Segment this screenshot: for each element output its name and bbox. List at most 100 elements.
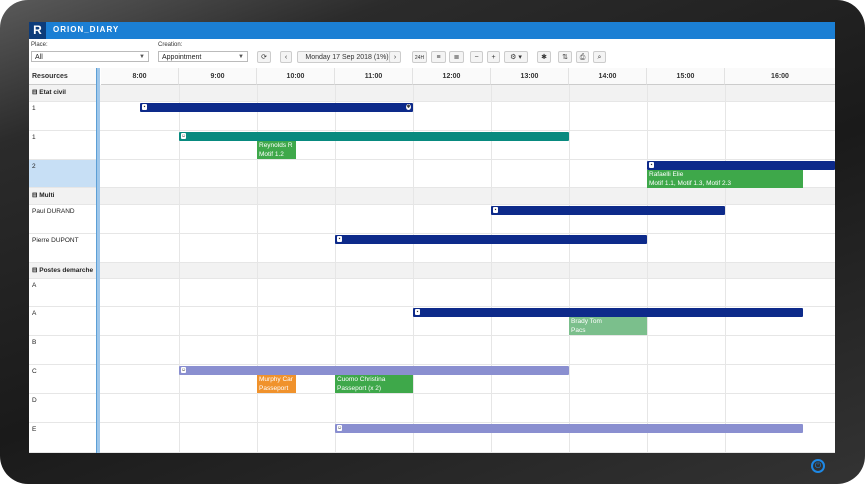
row-label: C bbox=[32, 368, 37, 375]
resource-row[interactable]: A bbox=[29, 279, 835, 307]
row-label: E bbox=[32, 426, 37, 433]
group-row[interactable]: ⊟ Postes demarche bbox=[29, 263, 835, 279]
hour-header: 11:00 bbox=[335, 68, 413, 85]
appointment-card[interactable]: Rafaelli Elie Motif 1.1, Motif 1.3, Moti… bbox=[647, 170, 803, 188]
row-label: 2 bbox=[32, 163, 36, 170]
place-select[interactable]: All ▼ bbox=[31, 51, 149, 62]
selected-cell bbox=[29, 160, 96, 187]
filter-button[interactable]: ✱ bbox=[537, 51, 551, 63]
document-icon: ▪ bbox=[493, 207, 498, 213]
date-button[interactable]: Monday 17 Sep 2018 (1%) bbox=[297, 51, 397, 63]
view-24h-button[interactable]: 24H bbox=[412, 51, 427, 63]
appointment-name: Reynolds R bbox=[259, 142, 293, 149]
row-label: B bbox=[32, 339, 37, 346]
rows-icon: ≣ bbox=[453, 54, 460, 61]
row-label: 1 bbox=[32, 105, 36, 112]
resource-row[interactable]: B bbox=[29, 336, 835, 365]
hour-header: 14:00 bbox=[569, 68, 647, 85]
expand-rows-button[interactable]: ≣ bbox=[449, 51, 464, 63]
gear-icon: ✱ bbox=[541, 54, 547, 61]
hour-gridline bbox=[647, 85, 648, 453]
appointment-card[interactable]: Brady Tom Pacs bbox=[569, 317, 647, 335]
row-label: ⊟ Etat civil bbox=[32, 89, 66, 96]
place-value: All bbox=[35, 54, 43, 61]
creation-select[interactable]: Appointment ▼ bbox=[158, 51, 248, 62]
row-label: ⊟ Multi bbox=[32, 192, 55, 199]
search-icon: ⌕ bbox=[597, 54, 602, 61]
availability-bar[interactable]: ▪ bbox=[491, 206, 725, 215]
hour-header: 13:00 bbox=[491, 68, 569, 85]
appointment-card[interactable]: Murphy Car Passeport bbox=[257, 375, 296, 393]
appointment-motif: Passeport bbox=[259, 385, 289, 392]
creation-label: Creation: bbox=[158, 42, 183, 48]
hour-header: 12:00 bbox=[413, 68, 491, 85]
appointment-card[interactable]: Reynolds R Motif 1.2 bbox=[257, 141, 296, 159]
row-label: Paul DURAND bbox=[32, 208, 75, 215]
person-icon: ☺ bbox=[337, 425, 343, 431]
row-label: Pierre DUPONT bbox=[32, 237, 79, 244]
zoom-out-button[interactable]: − bbox=[470, 51, 483, 63]
appointment-name: Cuomo Christina bbox=[337, 376, 386, 383]
hour-header: 16:00 bbox=[725, 68, 835, 85]
refresh-icon: ⟳ bbox=[261, 54, 267, 61]
row-label: A bbox=[32, 310, 37, 317]
settings-button[interactable]: ⚙ ▾ bbox=[504, 51, 528, 63]
hour-header: 15:00 bbox=[647, 68, 725, 85]
chevron-down-icon: ▼ bbox=[238, 54, 244, 60]
appointment-motif: Motif 1.1, Motif 1.3, Motif 2.3 bbox=[649, 180, 732, 187]
availability-bar[interactable]: ▪ bbox=[413, 308, 803, 317]
column-splitter[interactable] bbox=[96, 68, 100, 453]
availability-bar[interactable]: ▪ ✱ bbox=[140, 103, 413, 112]
document-icon: ▪ bbox=[415, 309, 420, 315]
document-icon: ▪ bbox=[337, 236, 342, 242]
row-label: A bbox=[32, 282, 37, 289]
availability-bar[interactable]: ▪ bbox=[647, 161, 835, 170]
group-row[interactable]: ⊟ Etat civil bbox=[29, 85, 835, 102]
availability-bar[interactable]: ☺ bbox=[335, 424, 803, 433]
document-icon: ▪ bbox=[649, 162, 654, 168]
creation-value: Appointment bbox=[162, 54, 202, 61]
availability-bar[interactable]: ☺ bbox=[179, 366, 569, 375]
hour-header: 10:00 bbox=[257, 68, 335, 85]
appointment-name: Brady Tom bbox=[571, 318, 602, 325]
resource-row[interactable]: D bbox=[29, 394, 835, 423]
title-bar: R ORION_DIARY bbox=[29, 22, 835, 39]
search-button[interactable]: ⌕ bbox=[593, 51, 606, 63]
hour-gridline bbox=[569, 85, 570, 453]
group-row[interactable]: ⊟ Multi bbox=[29, 188, 835, 205]
app-title: ORION_DIARY bbox=[53, 25, 120, 34]
collapse-rows-button[interactable]: ≡ bbox=[431, 51, 446, 63]
hour-header: 8:00 bbox=[101, 68, 179, 85]
appointment-card[interactable]: Cuomo Christina Passeport (x 2) bbox=[335, 375, 413, 393]
scheduler-grid: Resources 8:00 9:00 10:00 11:00 12:00 13… bbox=[29, 68, 835, 453]
appointment-motif: Motif 1.2 bbox=[259, 151, 284, 158]
place-label: Place: bbox=[31, 42, 48, 48]
appointment-name: Rafaelli Elie bbox=[649, 171, 684, 178]
rows-icon: ≡ bbox=[436, 54, 441, 61]
sort-icon: ⇅ bbox=[562, 54, 568, 61]
zoom-in-button[interactable]: + bbox=[487, 51, 500, 63]
document-icon: ▪ bbox=[142, 104, 147, 110]
appointment-motif: Pacs bbox=[571, 327, 586, 334]
availability-bar[interactable]: ▪ bbox=[335, 235, 647, 244]
prev-day-button[interactable]: ‹ bbox=[280, 51, 292, 63]
person-icon: ☺ bbox=[181, 133, 187, 139]
chevron-down-icon: ▼ bbox=[139, 54, 145, 60]
hour-gridline bbox=[725, 85, 726, 453]
power-icon[interactable]: ⏻ bbox=[811, 459, 825, 473]
appointment-name: Murphy Car bbox=[259, 376, 293, 383]
printer-icon: ⎙ bbox=[579, 54, 586, 61]
app-logo: R bbox=[29, 22, 46, 39]
resources-header: Resources bbox=[29, 68, 97, 85]
next-day-button[interactable]: › bbox=[389, 51, 401, 63]
refresh-button[interactable]: ⟳ bbox=[257, 51, 271, 63]
settings-icon: ✱ bbox=[406, 104, 411, 110]
availability-bar[interactable]: ☺ bbox=[179, 132, 569, 141]
row-label: D bbox=[32, 397, 37, 404]
row-label: 1 bbox=[32, 134, 36, 141]
hour-header: 9:00 bbox=[179, 68, 257, 85]
person-icon: ☺ bbox=[181, 367, 187, 373]
print-button[interactable]: ⎙ bbox=[576, 51, 589, 63]
row-label: ⊟ Postes demarche bbox=[32, 267, 94, 274]
sort-button[interactable]: ⇅ bbox=[558, 51, 572, 63]
